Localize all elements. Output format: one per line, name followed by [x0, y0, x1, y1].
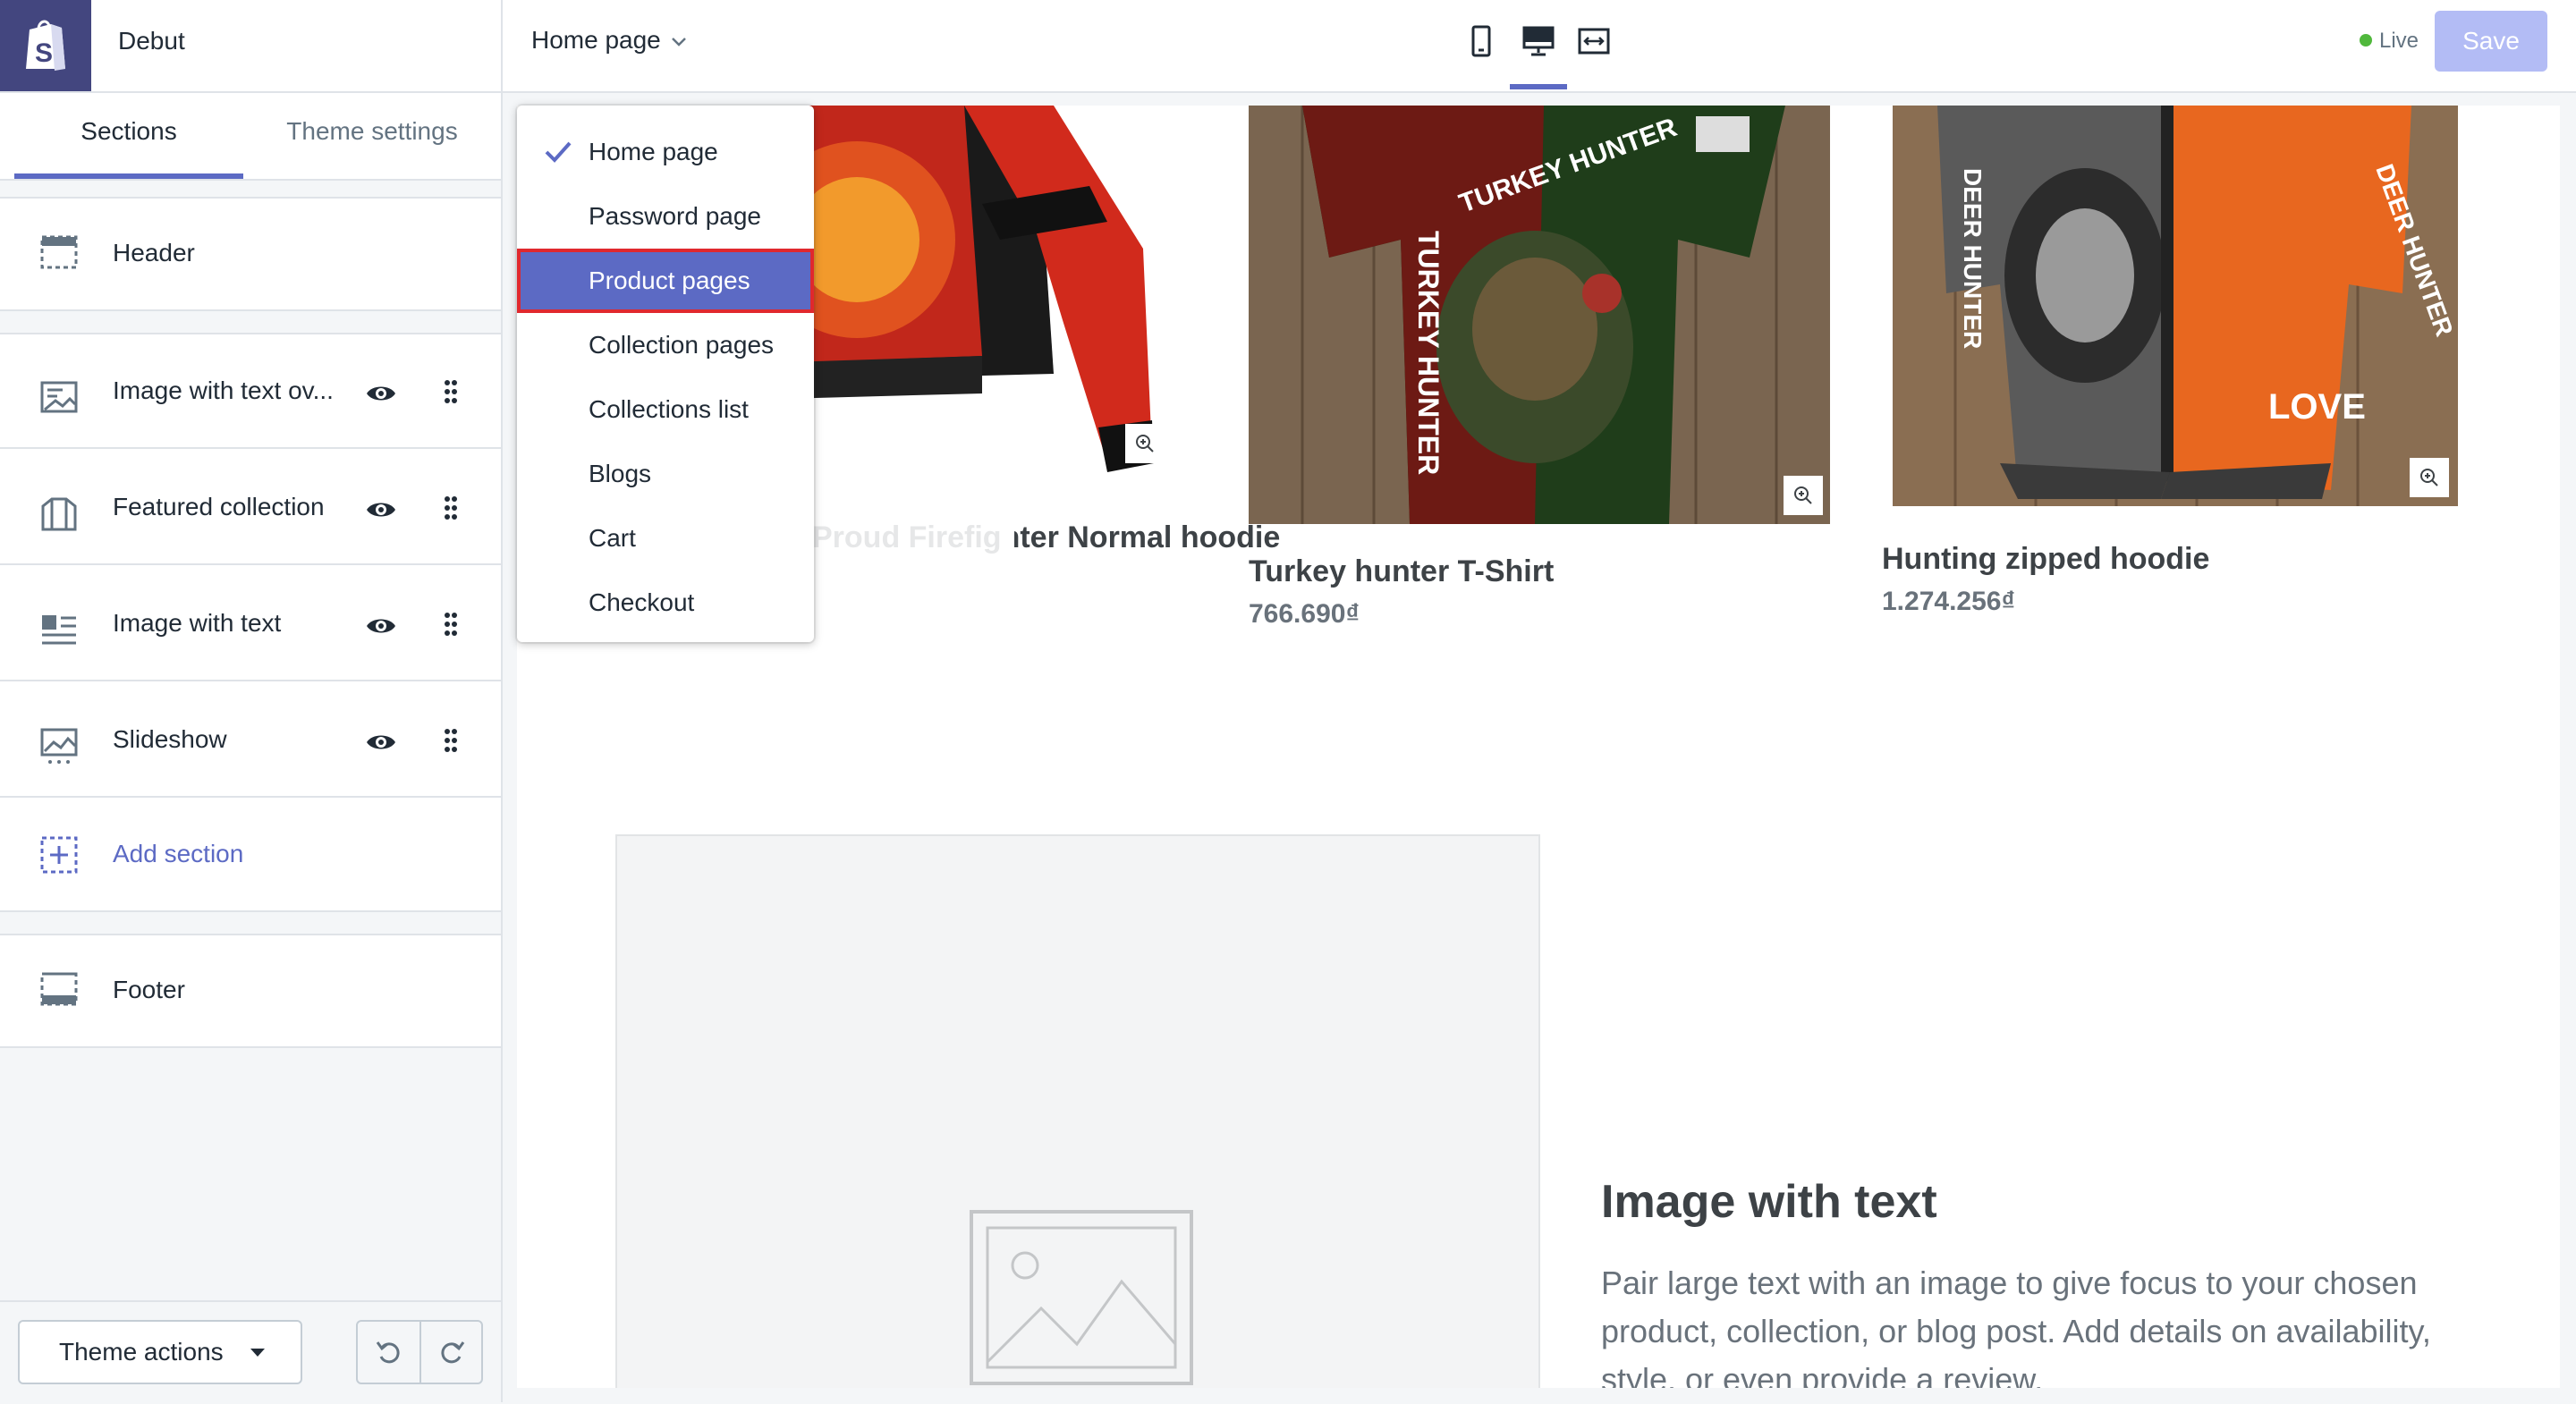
page-selector[interactable]: Home page [531, 0, 688, 91]
add-section-label: Add section [113, 840, 244, 867]
redo-icon [440, 1341, 464, 1364]
sidebar-item-footer[interactable]: Footer [0, 935, 501, 1045]
drag-handle-icon[interactable] [444, 495, 458, 520]
zoom-icon[interactable] [2410, 458, 2449, 497]
eye-icon[interactable] [365, 377, 397, 410]
sidebar-item-label: Image with text [113, 609, 282, 637]
theme-actions-button[interactable]: Theme actions [18, 1320, 302, 1384]
drag-handle-icon[interactable] [444, 612, 458, 637]
header-layout-icon [40, 235, 78, 269]
dropdown-item-product-pages[interactable]: Product pages [517, 249, 814, 313]
save-button[interactable]: Save [2435, 11, 2547, 72]
dropdown-item-blogs[interactable]: Blogs [517, 442, 814, 506]
header-section-group: Header [0, 197, 501, 311]
status-dot-icon [2360, 33, 2372, 47]
chevron-down-icon [671, 37, 686, 47]
eye-icon[interactable] [365, 610, 397, 642]
svg-text:TURKEY HUNTER: TURKEY HUNTER [1412, 231, 1445, 475]
product-image-hunting-zipped-hoodie[interactable]: DEER HUNTER DEER HUNTER LOVE [1893, 106, 2458, 506]
undo-icon [376, 1341, 400, 1364]
storefront-preview: Proud Firefig Proud Firefignter Normal h… [517, 106, 2560, 1388]
footer-layout-icon [40, 972, 78, 1006]
product-image-turkey-hunter-tshirt[interactable]: TURKEY HUNTER TURKEY HUNTER [1249, 106, 1830, 524]
theme-actions-label: Theme actions [59, 1338, 224, 1366]
image-with-text-body: Pair large text with an image to give fo… [1601, 1264, 2431, 1388]
sidebar-tabs: Sections Theme settings [0, 93, 501, 181]
editor-topbar: Home page Live Save [503, 0, 2576, 93]
sidebar-item-image-with-text[interactable]: Image with text [0, 567, 501, 681]
image-placeholder[interactable] [615, 834, 1540, 1388]
slideshow-icon [40, 728, 78, 764]
svg-text:DEER HUNTER: DEER HUNTER [1959, 168, 1987, 349]
sidebar-item-label: Footer [113, 976, 185, 1003]
theme-name: Debut [118, 27, 185, 55]
checkmark-icon [545, 141, 572, 163]
sidebar-item-header[interactable]: Header [0, 199, 501, 308]
shopify-logo-icon[interactable]: S [0, 0, 91, 91]
eye-icon[interactable] [365, 494, 397, 526]
page-selector-dropdown: Home page Password page Product pages Co… [517, 106, 814, 642]
sidebar-bottom-bar: Theme actions [0, 1300, 501, 1404]
svg-text:S: S [35, 38, 53, 68]
placeholder-image-icon [970, 1210, 1193, 1385]
dropdown-item-cart[interactable]: Cart [517, 506, 814, 571]
live-status: Live [2360, 0, 2419, 82]
product-title-hunting-hoodie[interactable]: Hunting zipped hoodie [1882, 542, 2209, 577]
sidebar-item-slideshow[interactable]: Slideshow [0, 683, 501, 798]
sidebar-brand-bar: S Debut [0, 0, 501, 93]
zoom-icon[interactable] [1784, 476, 1823, 515]
redo-button[interactable] [420, 1322, 482, 1383]
theme-editor-sidebar: S Debut Sections Theme settings Header I [0, 0, 503, 1404]
sidebar-item-label: Slideshow [113, 725, 227, 753]
zoom-icon[interactable] [1125, 424, 1165, 463]
product-price-turkey-hunter: 766.690₫ [1249, 599, 1360, 629]
sidebar-item-image-text-overlay[interactable]: Image with text ov... [0, 334, 501, 449]
undo-button[interactable] [358, 1322, 421, 1383]
dropdown-item-home-page[interactable]: Home page [517, 120, 814, 184]
product-title-firefighter-hidden-part: Proud Firefig [812, 520, 1002, 554]
image-with-text-icon [42, 615, 76, 645]
sidebar-item-featured-collection[interactable]: Featured collection [0, 451, 501, 565]
svg-text:LOVE: LOVE [2268, 387, 2366, 427]
eye-icon[interactable] [365, 726, 397, 758]
desktop-view-icon[interactable] [1521, 23, 1556, 59]
drag-handle-icon[interactable] [444, 728, 458, 753]
sidebar-item-label: Featured collection [113, 493, 325, 520]
product-price-hunting-hoodie: 1.274.256₫ [1882, 587, 2015, 616]
featured-collection-icon [41, 497, 77, 531]
add-section-icon [40, 836, 78, 874]
image-text-overlay-icon [40, 381, 78, 413]
drag-handle-icon[interactable] [444, 379, 458, 404]
live-status-label: Live [2379, 29, 2419, 53]
mobile-view-icon[interactable] [1463, 23, 1499, 59]
tab-theme-settings[interactable]: Theme settings [259, 93, 485, 179]
dropdown-item-collections-list[interactable]: Collections list [517, 377, 814, 442]
caret-down-icon [250, 1349, 265, 1357]
sidebar-item-label: Header [113, 239, 195, 266]
undo-redo-group [356, 1320, 483, 1384]
dropdown-item-collection-pages[interactable]: Collection pages [517, 313, 814, 377]
footer-section-group: Footer [0, 934, 501, 1048]
image-with-text-heading: Image with text [1601, 1176, 1937, 1228]
active-device-indicator [1510, 84, 1567, 89]
product-title-turkey-hunter[interactable]: Turkey hunter T-Shirt [1249, 554, 1554, 589]
tab-sections[interactable]: Sections [14, 93, 243, 179]
content-sections-group: Image with text ov... Featured collectio… [0, 333, 501, 912]
page-selector-label: Home page [531, 26, 661, 54]
add-section-button[interactable]: Add section [0, 799, 501, 909]
dropdown-item-checkout[interactable]: Checkout [517, 571, 814, 635]
sidebar-item-label: Image with text ov... [113, 376, 334, 404]
dropdown-item-password-page[interactable]: Password page [517, 184, 814, 249]
fullscreen-view-icon[interactable] [1576, 23, 1612, 59]
